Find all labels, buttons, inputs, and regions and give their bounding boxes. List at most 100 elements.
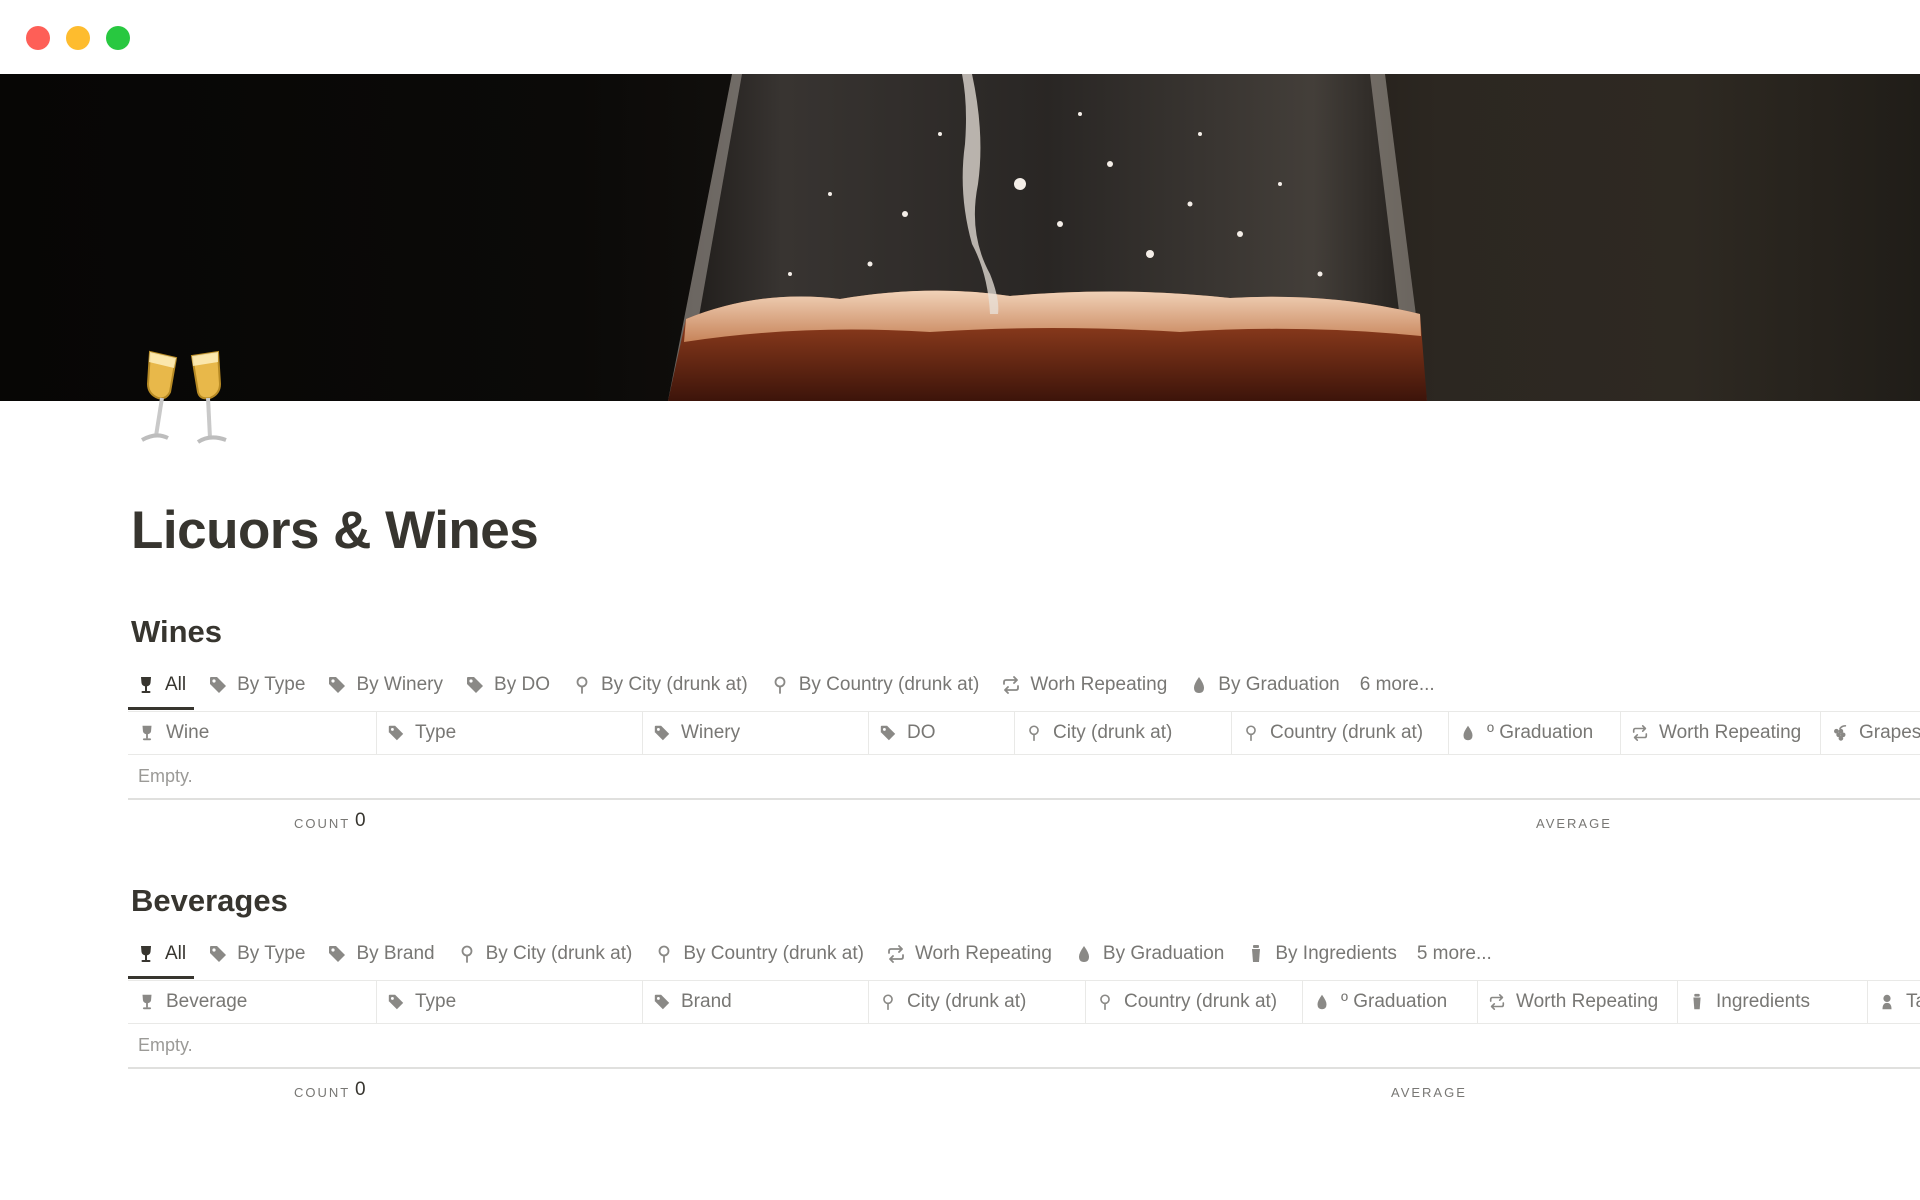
column-header-tasting[interactable]: Ta: [1868, 981, 1920, 1023]
column-header-city[interactable]: City (drunk at): [869, 981, 1086, 1023]
tasting-icon: [1878, 993, 1896, 1011]
beverages-tab-by-city[interactable]: By City (drunk at): [449, 932, 641, 976]
tab-label: 6 more...: [1359, 674, 1435, 695]
column-header-grapes[interactable]: Grapes: [1821, 712, 1920, 754]
count-label[interactable]: COUNT: [294, 1085, 350, 1100]
column-label: Winery: [681, 722, 741, 743]
column-header-do[interactable]: DO: [869, 712, 1015, 754]
column-header-type[interactable]: Type: [377, 712, 643, 754]
beverages-tab-by-country[interactable]: By Country (drunk at): [646, 932, 872, 976]
beverages-calculation-row: COUNT 0 AVERAGE: [128, 1069, 1920, 1111]
average-label[interactable]: AVERAGE: [1536, 816, 1612, 831]
shaker-icon: [1688, 993, 1706, 1011]
tab-label: By Ingredients: [1275, 943, 1397, 964]
wines-table: Wine Type Winery DO City (drunk at) Coun…: [128, 711, 1920, 842]
window-titlebar: [0, 0, 1920, 74]
tab-label: Worh Repeating: [1030, 674, 1168, 695]
column-label: DO: [907, 722, 936, 743]
column-label: Brand: [681, 991, 732, 1012]
beverages-view-tabs: All By Type By Brand By City (drunk at) …: [128, 932, 1506, 979]
wines-tab-by-country[interactable]: By Country (drunk at): [762, 663, 988, 707]
column-header-country[interactable]: Country (drunk at): [1232, 712, 1449, 754]
column-header-beverage[interactable]: Beverage: [128, 981, 377, 1023]
wines-table-header: Wine Type Winery DO City (drunk at) Coun…: [128, 711, 1920, 755]
tab-label: By Winery: [356, 674, 444, 695]
wine-glass-photo: [668, 74, 1427, 401]
wine-glass-icon: [136, 944, 156, 964]
maximize-window-button[interactable]: [106, 26, 130, 50]
close-window-button[interactable]: [26, 26, 50, 50]
minimize-window-button[interactable]: [66, 26, 90, 50]
wines-view-tabs: All By Type By Winery By DO By City (dru…: [128, 663, 1449, 710]
column-header-worth-repeating[interactable]: Worth Repeating: [1621, 712, 1821, 754]
column-label: º Graduation: [1487, 722, 1594, 743]
wines-tab-by-graduation[interactable]: By Graduation: [1181, 663, 1347, 707]
tag-icon: [653, 993, 671, 1011]
wines-tab-by-city[interactable]: By City (drunk at): [564, 663, 756, 707]
pin-icon: [572, 675, 592, 695]
tab-label: By Graduation: [1218, 674, 1340, 695]
tag-icon: [208, 675, 228, 695]
column-header-graduation[interactable]: º Graduation: [1303, 981, 1478, 1023]
tag-icon: [327, 944, 347, 964]
beverages-more-views[interactable]: 5 more...: [1411, 932, 1500, 976]
drop-icon: [1189, 675, 1209, 695]
column-header-brand[interactable]: Brand: [643, 981, 869, 1023]
wines-tab-all[interactable]: All: [128, 663, 195, 710]
column-header-city[interactable]: City (drunk at): [1015, 712, 1232, 754]
count-value: 0: [355, 1079, 366, 1100]
column-label: City (drunk at): [907, 991, 1027, 1012]
column-label: Country (drunk at): [1270, 722, 1424, 743]
column-header-type[interactable]: Type: [377, 981, 643, 1023]
count-label[interactable]: COUNT: [294, 816, 350, 831]
column-header-winery[interactable]: Winery: [643, 712, 869, 754]
beverages-tab-by-graduation[interactable]: By Graduation: [1066, 932, 1232, 976]
tag-icon: [208, 944, 228, 964]
beverages-tab-all[interactable]: All: [128, 932, 195, 979]
column-header-graduation[interactable]: º Graduation: [1449, 712, 1621, 754]
wines-database-title[interactable]: Wines: [131, 614, 222, 650]
repeat-icon: [1631, 724, 1649, 742]
tag-icon: [465, 675, 485, 695]
column-label: Country (drunk at): [1124, 991, 1278, 1012]
beverages-tab-by-brand[interactable]: By Brand: [319, 932, 442, 976]
wines-tab-worh-repeating[interactable]: Worh Repeating: [993, 663, 1175, 707]
tag-icon: [879, 724, 897, 742]
wines-more-views[interactable]: 6 more...: [1354, 663, 1443, 707]
wines-calculation-row: COUNT 0 AVERAGE: [128, 800, 1920, 842]
column-label: Type: [415, 722, 457, 743]
tab-label: All: [165, 943, 187, 964]
beverages-tab-worh-repeating[interactable]: Worh Repeating: [878, 932, 1060, 976]
wines-tab-by-do[interactable]: By DO: [457, 663, 558, 707]
column-header-worth-repeating[interactable]: Worth Repeating: [1478, 981, 1678, 1023]
wines-tab-by-winery[interactable]: By Winery: [319, 663, 451, 707]
tag-icon: [387, 724, 405, 742]
column-label: City (drunk at): [1053, 722, 1173, 743]
beverages-table: Beverage Type Brand City (drunk at) Coun…: [128, 980, 1920, 1111]
column-header-country[interactable]: Country (drunk at): [1086, 981, 1303, 1023]
wine-glass-icon: [136, 675, 156, 695]
pin-icon: [1242, 724, 1260, 742]
beverages-tab-by-ingredients[interactable]: By Ingredients: [1238, 932, 1404, 976]
average-label[interactable]: AVERAGE: [1391, 1085, 1467, 1100]
tab-label: By City (drunk at): [600, 674, 748, 695]
drop-icon: [1313, 993, 1331, 1011]
tab-label: By DO: [494, 674, 550, 695]
tab-label: By Country (drunk at): [683, 943, 864, 964]
wines-tab-by-type[interactable]: By Type: [200, 663, 313, 707]
page-cover-image[interactable]: [0, 74, 1920, 401]
page-title[interactable]: Licuors & Wines: [131, 500, 539, 561]
column-label: Worth Repeating: [1516, 991, 1659, 1012]
tab-label: By Type: [237, 943, 306, 964]
wines-empty-row[interactable]: Empty.: [128, 755, 1920, 800]
tag-icon: [327, 675, 347, 695]
wine-glass-icon: [138, 993, 156, 1011]
clinking-glasses-icon[interactable]: [136, 348, 232, 448]
column-header-wine[interactable]: Wine: [128, 712, 377, 754]
beverages-empty-row[interactable]: Empty.: [128, 1024, 1920, 1069]
column-header-ingredients[interactable]: Ingredients: [1678, 981, 1868, 1023]
beverages-tab-by-type[interactable]: By Type: [200, 932, 313, 976]
beverages-database-title[interactable]: Beverages: [131, 883, 288, 919]
column-label: Beverage: [166, 991, 248, 1012]
tab-label: 5 more...: [1416, 943, 1492, 964]
